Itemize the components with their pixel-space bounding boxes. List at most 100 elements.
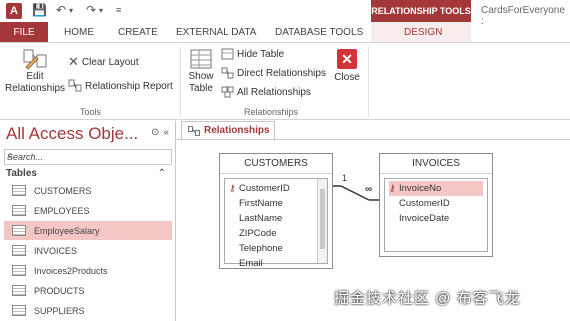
close-label: Close — [334, 72, 360, 83]
relationship-one-label: 1 — [342, 173, 348, 183]
navigation-pane: All Access Obje... ⊙ « Search... ⌕ Table… — [0, 121, 176, 321]
nav-item-suppliers[interactable]: SUPPLIERS — [4, 301, 172, 320]
relationships-doc-tab[interactable]: Relationships — [181, 121, 275, 139]
invoices-table-box[interactable]: INVOICES ⚷ InvoiceNo CustomerID InvoiceD… — [379, 153, 493, 257]
edit-relationships-label: Edit Relationships — [4, 71, 66, 94]
field-invoiceno[interactable]: ⚷ InvoiceNo — [389, 181, 483, 196]
tables-section-label: Tables — [6, 168, 37, 179]
relationship-report-button[interactable]: Relationship Report — [68, 79, 173, 93]
ribbon-tabs: FILE HOME CREATE EXTERNAL DATA DATABASE … — [0, 22, 570, 42]
table-icon — [12, 265, 26, 276]
nav-item-label: EmployeeSalary — [34, 225, 100, 236]
tools-group-label: Tools — [80, 107, 102, 117]
save-icon[interactable]: 💾 — [32, 3, 47, 17]
undo-icon[interactable]: ↶ — [56, 3, 66, 17]
search-icon[interactable]: ⌕ — [7, 151, 168, 162]
redo-icon[interactable]: ↷ — [86, 3, 96, 17]
clear-layout-button[interactable]: ✕ Clear Layout — [68, 54, 139, 70]
access-app-icon[interactable]: A — [6, 3, 22, 19]
field-zipcode[interactable]: ZIPCode — [239, 226, 277, 241]
relationship-report-label: Relationship Report — [85, 80, 173, 92]
nav-item-label: SUPPLIERS — [34, 305, 85, 316]
invoices-table-title: INVOICES — [380, 154, 492, 174]
edit-relationships-button[interactable]: Edit Relationships — [4, 47, 66, 95]
customers-table-title: CUSTOMERS — [220, 154, 332, 174]
field-firstname[interactable]: FirstName — [239, 196, 283, 211]
field-customerid[interactable]: ⚷ CustomerID — [229, 181, 315, 196]
tab-external-data[interactable]: EXTERNAL DATA — [176, 22, 256, 42]
tab-design[interactable]: DESIGN — [404, 22, 442, 42]
table-icon — [12, 285, 26, 296]
field-invoice-customerid[interactable]: CustomerID — [399, 196, 450, 211]
direct-relationships-icon — [221, 67, 234, 79]
nav-pane-title[interactable]: All Access Obje... — [6, 124, 138, 144]
edit-relationships-icon — [23, 49, 47, 70]
primary-key-icon: ⚷ — [389, 183, 396, 193]
field-telephone[interactable]: Telephone — [239, 241, 283, 256]
direct-relationships-label: Direct Relationships — [237, 67, 326, 79]
table-icon — [12, 305, 26, 316]
nav-item-label: INVOICES — [34, 245, 78, 256]
group-separator-2 — [368, 47, 369, 117]
relationship-many-label: ∞ — [365, 184, 373, 195]
title-bar: A 💾 ↶ ▾ ↷ ▾ ≡ RELATIONSHIP TOOLS CardsFo… — [0, 0, 570, 27]
tab-home[interactable]: HOME — [64, 22, 94, 42]
group-separator — [180, 47, 181, 117]
nav-item-employeesalary[interactable]: EmployeeSalary — [4, 221, 172, 240]
customers-table-box[interactable]: CUSTOMERS ⚷ CustomerID FirstName LastNam… — [219, 153, 333, 269]
nav-menu-chevron-icon[interactable]: ⊙ — [151, 127, 159, 138]
collapse-section-icon[interactable]: ⌃ — [158, 168, 166, 179]
all-relationships-button[interactable]: All Relationships — [221, 86, 311, 98]
customers-field-list[interactable]: ⚷ CustomerID FirstName LastName ZIPCode … — [224, 178, 328, 269]
relationships-group-label: Relationships — [244, 107, 299, 117]
all-relationships-label: All Relationships — [237, 86, 311, 98]
ribbon: Edit Relationships ✕ Clear Layout Relati… — [0, 42, 570, 120]
hide-table-label: Hide Table — [237, 48, 285, 60]
show-table-button[interactable]: Show Table — [185, 47, 217, 95]
clear-layout-icon: ✕ — [68, 54, 79, 69]
watermark: 掘金技术社区 @ 布客飞龙 — [334, 290, 521, 307]
nav-item-customers[interactable]: CUSTOMERS — [4, 181, 172, 200]
nav-item-label: CUSTOMERS — [34, 185, 92, 196]
tab-database-tools[interactable]: DATABASE TOOLS — [275, 22, 363, 42]
direct-relationships-button[interactable]: Direct Relationships — [221, 67, 326, 79]
field-lastname[interactable]: LastName — [239, 211, 282, 226]
scrollbar-thumb[interactable] — [320, 189, 325, 249]
relationship-report-icon — [68, 79, 82, 92]
nav-item-invoices[interactable]: INVOICES — [4, 241, 172, 260]
redo-dropdown-icon[interactable]: ▾ — [99, 6, 103, 15]
doc-tab-label: Relationships — [204, 125, 270, 136]
nav-item-products[interactable]: PRODUCTS — [4, 281, 172, 300]
table-icon — [12, 185, 26, 196]
nav-item-label: Invoices2Products — [34, 265, 108, 276]
context-tools-label: RELATIONSHIP TOOLS — [371, 0, 471, 22]
search-input[interactable]: Search... ⌕ — [4, 149, 172, 165]
close-icon: ✕ — [337, 49, 357, 69]
clear-layout-label: Clear Layout — [81, 56, 139, 68]
show-table-icon — [190, 49, 212, 69]
nav-item-invoices2products[interactable]: Invoices2Products — [4, 261, 172, 280]
table-icon — [12, 245, 26, 256]
table-icon — [12, 225, 26, 236]
hide-table-icon — [221, 48, 234, 60]
nav-item-employees[interactable]: EMPLOYEES — [4, 201, 172, 220]
field-label: InvoiceNo — [399, 183, 442, 194]
customers-scrollbar[interactable] — [317, 179, 327, 263]
undo-dropdown-icon[interactable]: ▾ — [69, 6, 73, 15]
nav-item-label: EMPLOYEES — [34, 205, 90, 216]
table-icon — [12, 205, 26, 216]
close-button[interactable]: ✕ Close — [330, 49, 364, 84]
customize-qat-icon[interactable]: ≡ — [116, 5, 121, 15]
show-table-label: Show Table — [188, 71, 214, 94]
relationships-tab-icon — [188, 125, 200, 136]
tab-file[interactable]: FILE — [0, 22, 48, 42]
nav-item-label: PRODUCTS — [34, 285, 85, 296]
tab-create[interactable]: CREATE — [118, 22, 158, 42]
hide-table-button[interactable]: Hide Table — [221, 48, 284, 60]
all-relationships-icon — [221, 86, 234, 98]
field-invoicedate[interactable]: InvoiceDate — [399, 211, 449, 226]
nav-collapse-icon[interactable]: « — [163, 127, 169, 138]
field-label: CustomerID — [239, 183, 290, 194]
invoices-field-list[interactable]: ⚷ InvoiceNo CustomerID InvoiceDate — [384, 178, 488, 252]
field-email[interactable]: Email — [239, 256, 263, 271]
